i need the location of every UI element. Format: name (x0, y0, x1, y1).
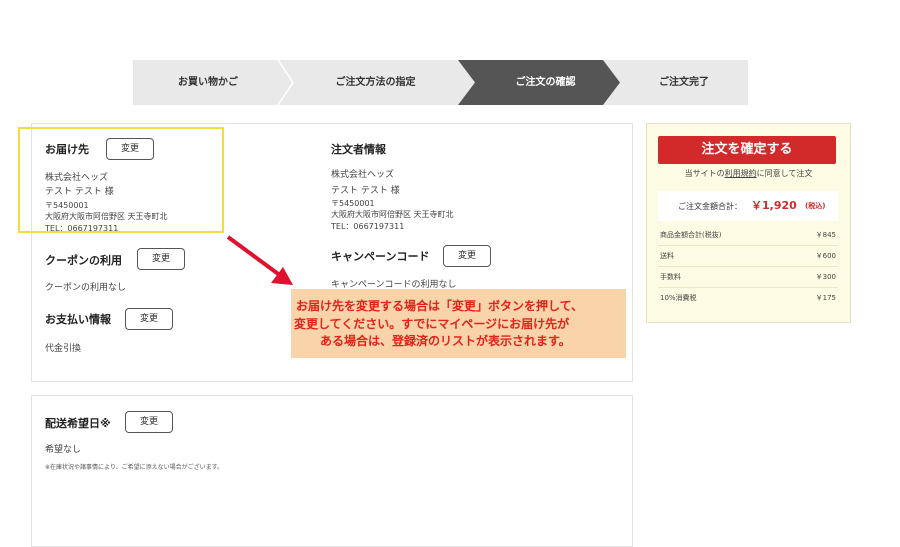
callout-line: ある場合は、登録済のリストが表示されます。 (320, 334, 571, 348)
callout-note: お届け先を変更する場合は「変更」ボタンを押して、 変更してください。すでにマイペ… (291, 289, 626, 358)
callout-line: お届け先を変更する場合は「変更」ボタンを押して、 (296, 299, 584, 313)
callout-line: 変更してください。すでにマイページにお届け先が (294, 317, 570, 331)
callout-arrow (226, 235, 293, 285)
